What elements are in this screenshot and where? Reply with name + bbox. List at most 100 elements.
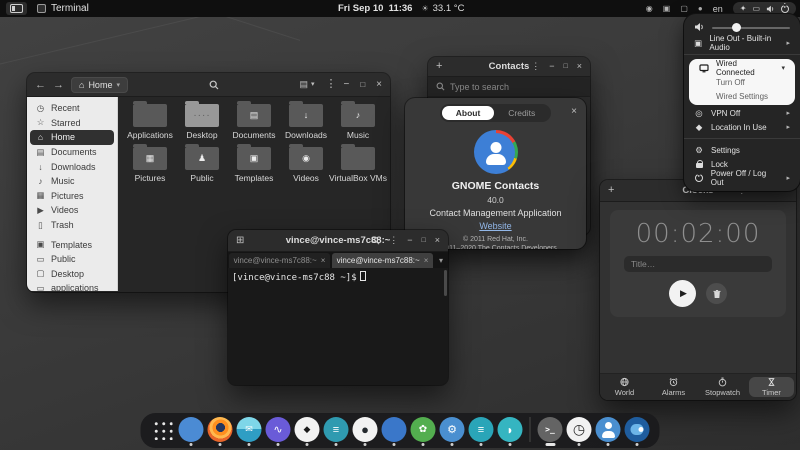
tab-credits[interactable]: Credits: [494, 106, 549, 120]
folder-downloads[interactable]: ↓Downloads: [280, 104, 332, 147]
weather-widget[interactable]: ☀ 33.1 °C: [421, 3, 464, 14]
sidebar-item-trash[interactable]: ▯Trash: [30, 218, 114, 233]
new-tab-grid-icon[interactable]: ⊞: [236, 236, 244, 246]
contacts-search-input[interactable]: [450, 82, 582, 92]
dock-item-firefox[interactable]: [208, 417, 233, 446]
tab-about[interactable]: About: [442, 106, 495, 120]
dock-item-files[interactable]: [625, 417, 650, 446]
close-button[interactable]: ×: [577, 62, 582, 71]
folder-virtualbox-vms[interactable]: VirtualBox VMs: [332, 147, 384, 190]
sidebar-item-videos[interactable]: ▶Videos: [30, 203, 114, 218]
app-grid-button[interactable]: [151, 417, 175, 444]
menu-item-turn-off[interactable]: Turn Off: [689, 75, 795, 89]
minimize-button[interactable]: −: [549, 62, 554, 71]
timer-title-input[interactable]: [624, 256, 772, 272]
maximize-button[interactable]: □: [360, 81, 365, 89]
folder-public[interactable]: ♟Public: [176, 147, 228, 190]
tab-list-caret[interactable]: ▾: [434, 252, 448, 268]
folder-music[interactable]: ♪Music: [332, 104, 384, 147]
timer-delete-button[interactable]: [706, 283, 727, 304]
close-button[interactable]: ×: [376, 80, 382, 90]
sidebar-item-desktop[interactable]: ▢Desktop: [30, 267, 114, 282]
sidebar-item-recent[interactable]: ◷Recent: [30, 101, 114, 116]
tray-icon-4[interactable]: ●: [698, 5, 703, 13]
dock-item-inkscape[interactable]: ◆: [295, 417, 320, 446]
folder-documents[interactable]: ▤Documents: [228, 104, 280, 147]
dock-item-github[interactable]: ●: [353, 417, 378, 446]
dock-item-teal-app[interactable]: ◗: [498, 417, 523, 446]
folder-videos[interactable]: ◉Videos: [280, 147, 332, 190]
folder-desktop[interactable]: ····Desktop: [176, 104, 228, 147]
menu-kebab-icon[interactable]: ⋮: [325, 79, 336, 90]
dock-item-contacts[interactable]: [596, 417, 621, 446]
minimize-button[interactable]: −: [343, 80, 349, 90]
sidebar-item-templates[interactable]: ▣Templates: [30, 237, 114, 252]
sidebar-item-downloads[interactable]: ↓Downloads: [30, 159, 114, 174]
folder-pictures[interactable]: ▦Pictures: [124, 147, 176, 190]
sidebar-item-pictures[interactable]: ▦Pictures: [30, 189, 114, 204]
app-menu[interactable]: Terminal: [37, 3, 89, 14]
search-icon[interactable]: [209, 80, 219, 90]
sidebar-item-applications[interactable]: ▭applications: [30, 281, 114, 291]
forward-button[interactable]: →: [53, 79, 64, 91]
view-options-caret[interactable]: ▾: [311, 81, 315, 88]
dock-item-clocks[interactable]: ◷: [567, 417, 592, 446]
menu-item-wired-connected[interactable]: Wired Connected ▾: [689, 61, 795, 75]
tray-icon-1[interactable]: ◉: [646, 5, 653, 13]
add-contact-button[interactable]: +: [436, 61, 442, 72]
dock-item-tweaks[interactable]: ≡: [324, 417, 349, 446]
add-timer-button[interactable]: +: [608, 185, 614, 196]
folder-applications[interactable]: Applications: [124, 104, 176, 147]
scrollbar-thumb[interactable]: [444, 270, 447, 296]
folder-templates[interactable]: ▣Templates: [228, 147, 280, 190]
activities-button[interactable]: [6, 2, 27, 15]
running-indicator: [607, 443, 610, 446]
timer-start-button[interactable]: ▶: [669, 280, 696, 307]
path-bar-button[interactable]: ⌂ Home ▾: [71, 77, 128, 93]
tray-icon-3[interactable]: ▢: [680, 5, 688, 13]
dock-item-settings-blue[interactable]: ⚙: [440, 417, 465, 446]
dock-item-green-app[interactable]: ✿: [411, 417, 436, 446]
volume-slider[interactable]: [712, 22, 790, 32]
dock-item-music-purple[interactable]: ∿: [266, 417, 291, 446]
website-link[interactable]: Website: [479, 221, 511, 231]
terminal-tab-2[interactable]: vince@vince-ms7c88:~ ×: [332, 253, 433, 268]
tab-close-icon[interactable]: ×: [424, 256, 429, 265]
slider-knob[interactable]: [732, 23, 741, 32]
maximize-button[interactable]: □: [564, 63, 568, 70]
back-button[interactable]: ←: [35, 79, 46, 91]
dock-item-mail[interactable]: ✉: [237, 417, 262, 446]
menu-item-vpn[interactable]: ◎ VPN Off ▸: [684, 106, 800, 120]
terminal-content[interactable]: [vince@vince-ms7c88 ~]$: [228, 268, 448, 385]
terminal-title: vince@vince-ms7c88:~: [286, 235, 391, 246]
sidebar-item-starred[interactable]: ☆Starred: [30, 116, 114, 131]
menu-item-power[interactable]: Power Off / Log Out ▸: [684, 171, 800, 185]
tab-world[interactable]: World: [602, 377, 647, 397]
dock-item-tweaks-teal[interactable]: ≡: [469, 417, 494, 446]
sidebar-item-home[interactable]: ⌂Home: [30, 130, 114, 145]
dock-item-blue-app[interactable]: [382, 417, 407, 446]
sidebar-item-public[interactable]: ▭Public: [30, 252, 114, 267]
maximize-button[interactable]: □: [422, 237, 426, 244]
close-button[interactable]: ×: [435, 236, 440, 245]
view-toggle-icon[interactable]: ▤: [299, 80, 308, 89]
terminal-tab-1[interactable]: vince@vince-ms7c88:~ ×: [229, 253, 330, 268]
tab-timer[interactable]: Timer: [749, 377, 794, 397]
tray-icon-2[interactable]: ▣: [663, 5, 671, 13]
tab-stopwatch[interactable]: Stopwatch: [700, 377, 745, 397]
menu-item-settings[interactable]: ⚙ Settings: [684, 143, 800, 157]
sidebar-item-music[interactable]: ♪Music: [30, 174, 114, 189]
minimize-button[interactable]: −: [407, 236, 412, 245]
tab-alarms[interactable]: Alarms: [651, 377, 696, 397]
menu-item-audio-device[interactable]: ▣ Line Out - Built-in Audio ▸: [684, 36, 800, 50]
dock-item-browser[interactable]: [179, 417, 204, 446]
menu-kebab-icon[interactable]: ⋮: [531, 62, 540, 71]
sidebar-item-documents[interactable]: ▤Documents: [30, 145, 114, 160]
keyboard-layout-indicator[interactable]: en: [713, 4, 723, 14]
menu-item-location[interactable]: ◆ Location In Use ▸: [684, 120, 800, 134]
menu-item-wired-settings[interactable]: Wired Settings: [689, 89, 795, 103]
clock-label[interactable]: Fri Sep 10 11:36: [338, 3, 412, 14]
close-icon[interactable]: ×: [571, 106, 577, 117]
dock-item-terminal[interactable]: >_: [538, 417, 563, 446]
tab-close-icon[interactable]: ×: [321, 256, 326, 265]
